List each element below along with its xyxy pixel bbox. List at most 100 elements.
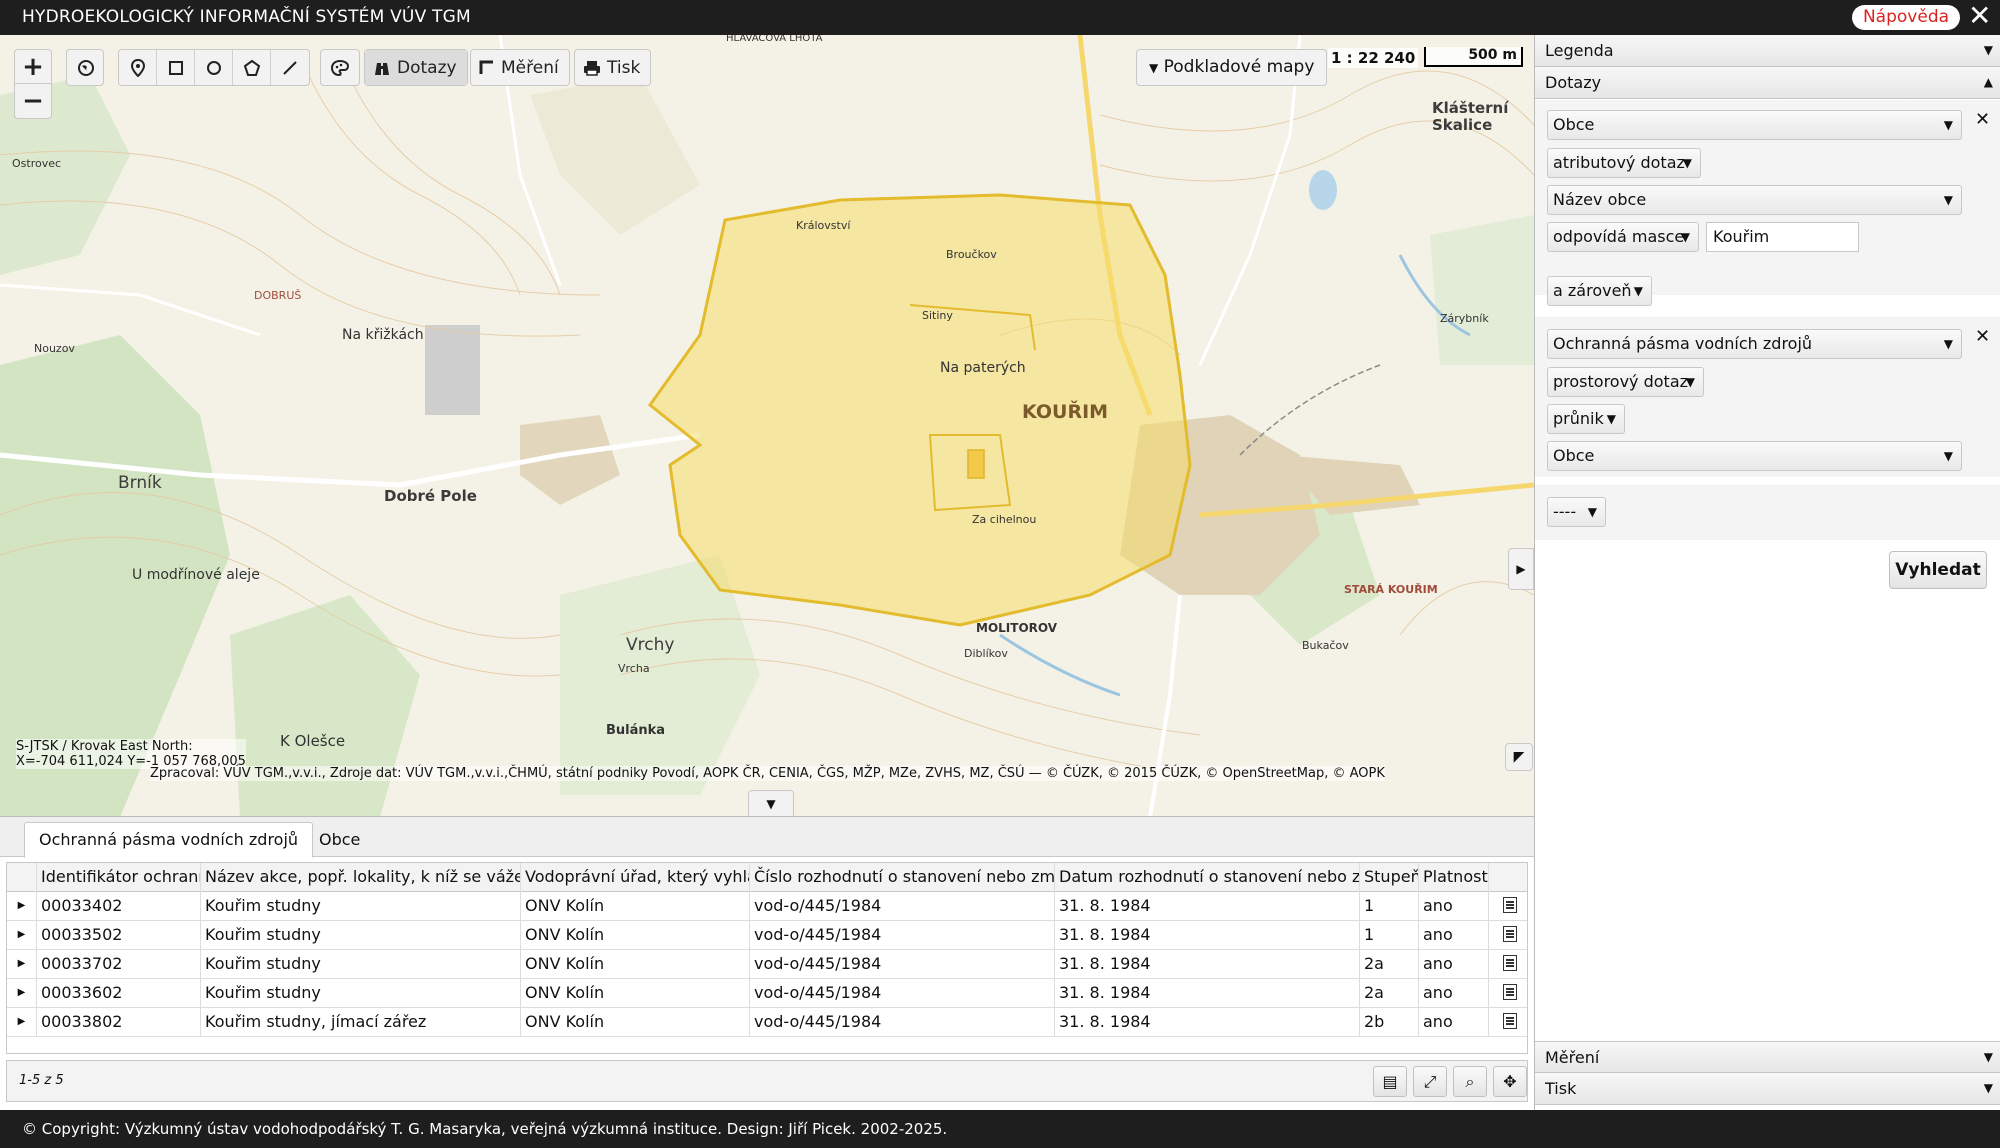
map-label-klasterni-skalice: Klášterní Skalice xyxy=(1432,99,1509,134)
table-row[interactable]: ▶ 00033702 Kouřim studny ONV Kolín vod-o/445… xyxy=(7,950,1527,979)
measure-accordion-header[interactable]: Měření ▼ xyxy=(1535,1041,2000,1073)
basemaps-dropdown[interactable]: ▼ Podkladové mapy xyxy=(1136,49,1328,86)
query1-layer-select[interactable]: Obce ▼ xyxy=(1547,110,1962,140)
zoom-control: + − xyxy=(14,49,52,119)
expand-row-icon[interactable]: ▶ xyxy=(7,921,37,950)
expand-row-icon[interactable]: ▶ xyxy=(7,892,37,921)
cell-valid: ano xyxy=(1419,921,1489,950)
column-header[interactable]: Číslo rozhodnutí o stanovení nebo změně xyxy=(750,863,1055,892)
queries-tool-button[interactable]: Dotazy xyxy=(365,50,467,85)
map-view[interactable]: KOUŘIM Dobré Pole Brník Vrchy Bulánka Kl… xyxy=(0,35,1534,817)
column-header[interactable]: Datum rozhodnutí o stanovení nebo změně xyxy=(1055,863,1360,892)
polygon-icon[interactable] xyxy=(233,50,271,85)
map-label-diblikov: Diblíkov xyxy=(964,647,1008,660)
cell-name: Kouřim studny xyxy=(201,921,521,950)
map-label-kourim: KOUŘIM xyxy=(1022,401,1109,423)
palette-icon[interactable] xyxy=(321,50,359,85)
measure-tool-button[interactable]: Měření xyxy=(471,50,569,85)
cell-valid: ano xyxy=(1419,979,1489,1008)
query2-target-select[interactable]: Obce ▼ xyxy=(1547,441,1962,471)
chevron-down-icon: ▼ xyxy=(1587,505,1597,519)
query1-type-select[interactable]: atributový dotaz ▼ xyxy=(1547,148,1701,178)
row-detail-button[interactable] xyxy=(1489,921,1527,950)
row-detail-button[interactable] xyxy=(1489,1008,1527,1037)
cell-name: Kouřim studny xyxy=(201,950,521,979)
map-label-nouzov: Nouzov xyxy=(34,342,75,355)
document-icon xyxy=(1503,1013,1517,1029)
zoom-in-button[interactable]: + xyxy=(15,50,51,84)
cell-date: 31. 8. 1984 xyxy=(1055,921,1360,950)
cell-level: 2a xyxy=(1360,979,1419,1008)
column-header[interactable]: Název akce, popř. lokality, k níž se váž… xyxy=(201,863,521,892)
overview-toggle-button[interactable]: ◤ xyxy=(1505,743,1533,771)
query1-operator-select[interactable]: odpovídá masce ▼ xyxy=(1547,222,1699,252)
query2-relation-select[interactable]: průnik ▼ xyxy=(1547,404,1625,434)
column-header[interactable]: Stupeň xyxy=(1360,863,1419,892)
collapse-results-button[interactable]: ▼ xyxy=(748,790,794,816)
column-header[interactable]: Identifikátor ochranného pásma xyxy=(37,863,201,892)
collapse-panel-button[interactable]: ▶ xyxy=(1508,548,1534,590)
measure-tool-label: Měření xyxy=(501,57,559,78)
map-label-na-krizkach: Na křižkách xyxy=(342,327,424,343)
table-row[interactable]: ▶ 00033502 Kouřim studny ONV Kolín vod-o/445… xyxy=(7,921,1527,950)
row-detail-button[interactable] xyxy=(1489,979,1527,1008)
zoom-to-selection-button[interactable]: ⌕ xyxy=(1453,1066,1487,1097)
legend-accordion-header[interactable]: Legenda ▼ xyxy=(1535,35,2000,67)
column-header[interactable]: Vodoprávní úřad, který vyhlásil xyxy=(521,863,750,892)
detail-view-button[interactable]: ▤ xyxy=(1373,1066,1407,1097)
expand-row-icon[interactable]: ▶ xyxy=(7,979,37,1008)
column-header[interactable]: Platnost xyxy=(1419,863,1489,892)
expand-button[interactable]: ⤢ xyxy=(1413,1066,1447,1097)
print-accordion-header[interactable]: Tisk ▼ xyxy=(1535,1073,2000,1105)
cell-office: ONV Kolín xyxy=(521,921,750,950)
toolbar-group-queries: Dotazy xyxy=(364,49,468,86)
zoom-out-button[interactable]: − xyxy=(15,84,51,118)
table-row[interactable]: ▶ 00033802 Kouřim studny, jímací zářez ONV … xyxy=(7,1008,1527,1037)
tab-protection-zones[interactable]: Ochranná pásma vodních zdrojů xyxy=(24,822,314,858)
search-button[interactable]: Vyhledat xyxy=(1889,551,1987,589)
table-row[interactable]: ▶ 00033602 Kouřim studny ONV Kolín vod-o/445… xyxy=(7,979,1527,1008)
expand-row-icon[interactable]: ▶ xyxy=(7,1008,37,1037)
point-marker-icon[interactable] xyxy=(119,50,157,85)
chevron-down-icon: ▼ xyxy=(1149,61,1159,75)
expand-row-icon[interactable]: ▶ xyxy=(7,950,37,979)
remove-query1-icon[interactable]: ✕ xyxy=(1975,109,1990,130)
help-button[interactable]: Nápověda xyxy=(1852,5,1960,30)
magnifier-icon: ⌕ xyxy=(1465,1072,1475,1091)
arrow-corner-icon: ◤ xyxy=(1513,749,1525,765)
globe-icon[interactable] xyxy=(67,50,105,85)
chevron-down-icon: ▼ xyxy=(1606,412,1616,426)
query2-layer-select[interactable]: Ochranná pásma vodních zdrojů ▼ xyxy=(1547,329,1962,359)
chevron-down-icon: ▼ xyxy=(766,797,776,811)
queries-accordion-header[interactable]: Dotazy ▲ xyxy=(1535,67,2000,99)
document-icon xyxy=(1503,897,1517,913)
close-icon[interactable]: ✕ xyxy=(1968,1,1991,31)
row-detail-button[interactable] xyxy=(1489,950,1527,979)
chevron-down-icon: ▼ xyxy=(1983,1081,1993,1095)
add-query-select[interactable]: ---- ▼ xyxy=(1547,497,1606,527)
conjunction-select[interactable]: a zároveň ▼ xyxy=(1547,276,1652,306)
rectangle-icon[interactable] xyxy=(157,50,195,85)
query1-value-input[interactable]: Kouřim xyxy=(1706,222,1859,252)
title-bar: HYDROEKOLOGICKÝ INFORMAČNÍ SYSTÉM VÚV TG… xyxy=(0,0,2000,35)
binoculars-icon xyxy=(375,62,389,75)
tab-municipalities[interactable]: Obce xyxy=(304,822,375,858)
map-attribution: Zpracoval: VÚV TGM.,v.v.i., Zdroje dat: … xyxy=(150,766,1385,781)
map-label-za-cihelnou: Za cihelnou xyxy=(972,513,1037,526)
line-icon[interactable] xyxy=(271,50,309,85)
query1-attribute-select[interactable]: Název obce ▼ xyxy=(1547,185,1962,215)
cell-decision: vod-o/445/1984 xyxy=(750,1008,1055,1037)
ruler-icon xyxy=(479,60,493,74)
circle-icon[interactable] xyxy=(195,50,233,85)
pan-to-button[interactable]: ✥ xyxy=(1493,1066,1527,1097)
toolbar-group-print: Tisk xyxy=(574,49,652,86)
cell-date: 31. 8. 1984 xyxy=(1055,979,1360,1008)
query2-type-select[interactable]: prostorový dotaz ▼ xyxy=(1547,367,1704,397)
row-detail-button[interactable] xyxy=(1489,892,1527,921)
table-row[interactable]: ▶ 00033402 Kouřim studny ONV Kolín vod-o/445… xyxy=(7,892,1527,921)
remove-query2-icon[interactable]: ✕ xyxy=(1975,326,1990,347)
conjunction-value: a zároveň xyxy=(1553,281,1632,300)
cell-valid: ano xyxy=(1419,1008,1489,1037)
print-tool-button[interactable]: Tisk xyxy=(575,50,650,85)
document-icon xyxy=(1503,926,1517,942)
